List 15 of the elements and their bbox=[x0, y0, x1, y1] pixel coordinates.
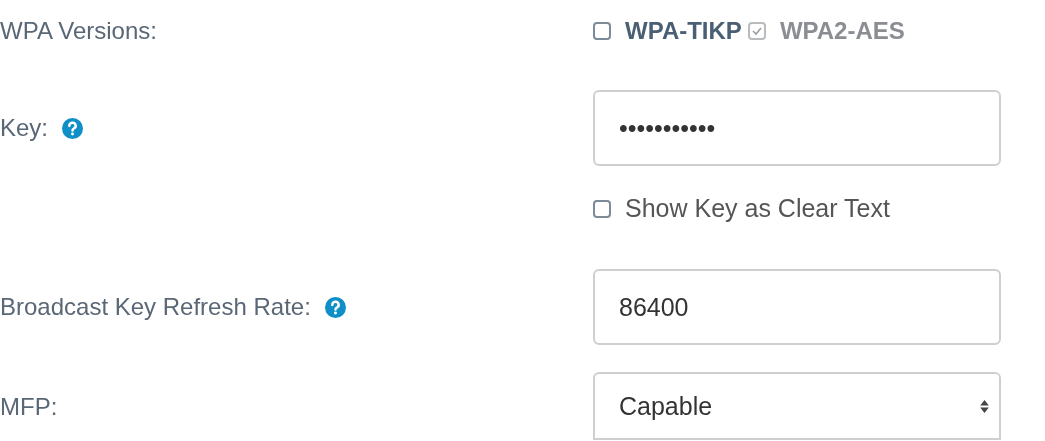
checkbox[interactable] bbox=[593, 22, 611, 40]
field-label: Key: bbox=[0, 114, 49, 142]
input-field[interactable]: ••••••••••• bbox=[593, 90, 1001, 166]
help-icon[interactable] bbox=[324, 296, 346, 318]
help-icon[interactable] bbox=[62, 117, 84, 139]
field-label: Broadcast Key Refresh Rate: bbox=[0, 293, 311, 321]
checkbox-label: Show Key as Clear Text bbox=[625, 194, 890, 223]
checkbox[interactable] bbox=[593, 199, 611, 218]
field-label: WPA Versions: bbox=[0, 17, 157, 45]
checkbox-label: WPA2-AES bbox=[779, 17, 905, 45]
field-label: MFP: bbox=[0, 393, 58, 421]
updown-arrow-icon bbox=[980, 398, 989, 414]
select-field[interactable]: Capable bbox=[593, 372, 1001, 440]
checkbox-label: WPA-TIKP bbox=[625, 17, 742, 45]
input-field[interactable]: 86400 bbox=[593, 269, 1001, 345]
